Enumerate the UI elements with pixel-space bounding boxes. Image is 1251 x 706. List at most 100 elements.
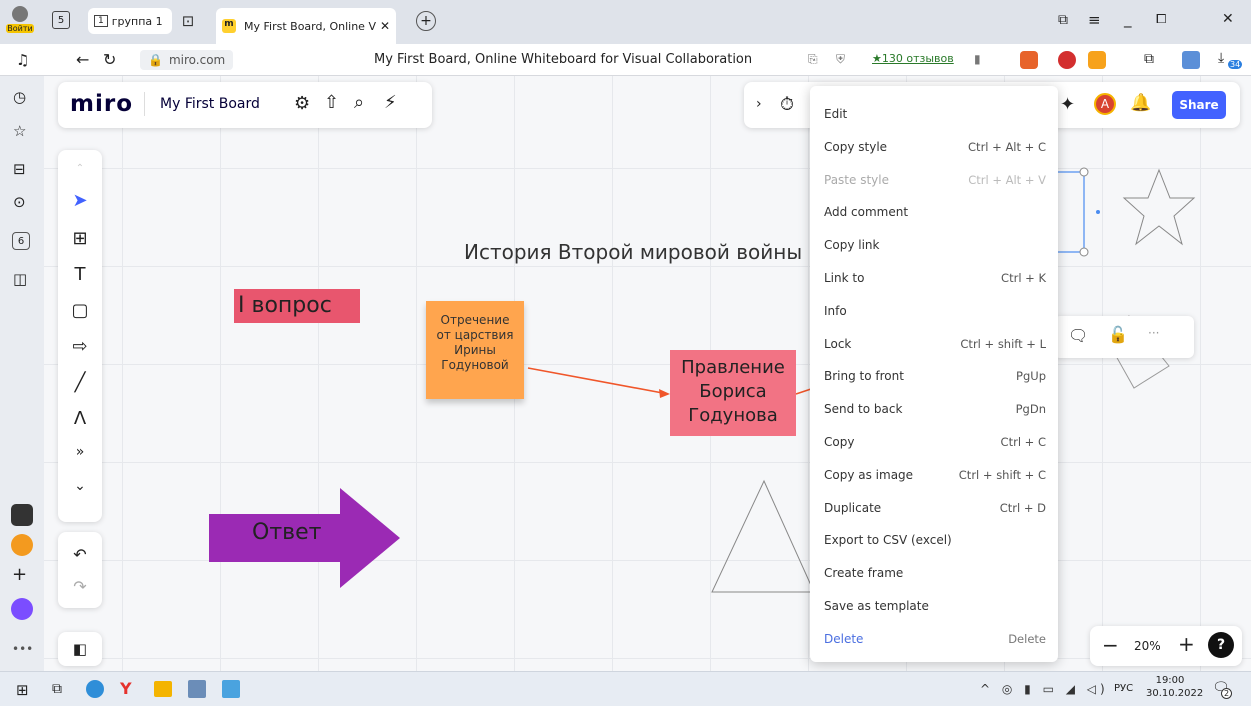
menu-item-copy-as-image[interactable]: Copy as image Ctrl + shift + C [824, 465, 1046, 485]
sticky-note[interactable]: Отречение от царствия Ирины Годуновой [426, 301, 524, 399]
celebrate-icon[interactable]: ✦ [1060, 94, 1075, 115]
export-icon[interactable]: ⇧ [324, 92, 339, 113]
tab-group-1[interactable]: 1 группа 1 [88, 8, 172, 34]
settings-icon[interactable]: ⚙ [294, 93, 310, 114]
clock[interactable]: 19:00 30.10.2022 [1146, 674, 1203, 700]
app-1-icon[interactable] [11, 504, 33, 526]
menu-item-export-to-csv-excel[interactable]: Export to CSV (excel) [824, 530, 1046, 550]
frames-panel-button[interactable]: ◧ [58, 632, 102, 666]
menu-item-delete[interactable]: Delete Delete [824, 629, 1046, 649]
extension-3-icon[interactable] [1088, 51, 1106, 69]
selection-frame[interactable] [1053, 171, 1085, 253]
sticky-note-tool-icon[interactable]: ▢ [58, 296, 102, 324]
menu-item-copy-style[interactable]: Copy style Ctrl + Alt + C [824, 137, 1046, 157]
collapse-up-icon[interactable]: ⌃ [58, 154, 102, 182]
extension-2-icon[interactable] [1058, 51, 1076, 69]
more-options-icon[interactable]: ··· [1148, 326, 1159, 340]
new-tab-group-icon[interactable]: ⊡ [178, 12, 198, 30]
reload-icon[interactable]: ↻ [103, 50, 116, 69]
menu-item-lock[interactable]: Lock Ctrl + shift + L [824, 334, 1046, 354]
selection-handle-bottom[interactable] [1079, 247, 1089, 257]
magic-icon[interactable]: ⚡ [384, 92, 397, 113]
more-tools-icon[interactable]: » [58, 438, 102, 466]
menu-item-copy-link[interactable]: Copy link [824, 235, 1046, 255]
line-tool-icon[interactable]: ╱ [58, 368, 102, 396]
start-icon[interactable]: ⊞ [16, 681, 29, 699]
user-avatar[interactable]: A [1094, 93, 1116, 115]
arrow-label[interactable]: Ответ [252, 520, 321, 545]
app-2-icon[interactable] [11, 534, 33, 556]
undo-icon[interactable]: ↶ [58, 540, 102, 568]
browser-menu-icon[interactable]: ≡ [1088, 11, 1101, 29]
pen-tool-icon[interactable]: Λ [58, 404, 102, 432]
miro-board-canvas[interactable]: miro My First Board ⚙ ⇧ ⌕ ⚡ › ⏱ ✦ A 🔔 Sh… [44, 76, 1251, 671]
menu-item-save-as-template[interactable]: Save as template [824, 596, 1046, 616]
help-button[interactable]: ? [1208, 632, 1234, 658]
shapes-tool-icon[interactable]: ⇨ [58, 332, 102, 360]
tab-my-first-board[interactable]: m My First Board, Online V ✕ [216, 8, 396, 44]
minimize-icon[interactable]: _ [1124, 10, 1132, 28]
menu-item-duplicate[interactable]: Duplicate Ctrl + D [824, 498, 1046, 518]
favorites-icon[interactable]: ☆ [13, 122, 26, 140]
paint-icon[interactable] [222, 680, 240, 698]
menu-item-paste-style[interactable]: Paste style Ctrl + Alt + V [824, 170, 1046, 190]
notification-center-icon[interactable]: 🗨 2 [1212, 680, 1233, 699]
comment-icon[interactable]: 🗨 [1068, 326, 1088, 345]
restore-icon[interactable]: ⧠ [1156, 12, 1166, 27]
text-tool-icon[interactable]: T [58, 260, 102, 288]
more-apps-icon[interactable]: ••• [12, 642, 33, 656]
profile-login-button[interactable]: Войти [6, 4, 34, 38]
triangle-shape[interactable] [711, 479, 815, 593]
protect-icon[interactable]: ⛨ [836, 52, 845, 67]
screenshot-icon[interactable]: ◫ [13, 270, 27, 288]
close-tab-icon[interactable]: ✕ [380, 19, 390, 33]
search-icon[interactable]: ⌕ [354, 92, 364, 113]
tabs-count-button[interactable]: 5 [52, 11, 70, 29]
tray-icons[interactable]: ^ ◎ ▮ ▭ ◢ ◁) [980, 682, 1109, 696]
reviews-link[interactable]: ★130 отзывов [872, 52, 954, 65]
back-icon[interactable]: ← [76, 50, 89, 69]
extension-1-icon[interactable] [1020, 51, 1038, 69]
pink-card[interactable]: Правление Бориса Годунова [670, 350, 796, 436]
select-tool-icon[interactable]: ➤ [58, 186, 102, 214]
zoom-in-icon[interactable]: + [1178, 632, 1195, 656]
menu-item-copy[interactable]: Copy Ctrl + C [824, 432, 1046, 452]
collections-icon[interactable]: ⊟ [13, 160, 26, 178]
menu-item-edit[interactable]: Edit [824, 104, 1046, 124]
notifications-bell-icon[interactable]: ♫ [16, 51, 29, 69]
selection-handle-top[interactable] [1079, 167, 1089, 177]
zoom-level[interactable]: 20% [1134, 639, 1161, 653]
lock-icon[interactable]: 🔓 [1108, 325, 1128, 344]
menu-item-send-to-back[interactable]: Send to back PgDn [824, 399, 1046, 419]
input-language[interactable]: РУС [1114, 683, 1133, 694]
new-tab-icon[interactable]: + [416, 11, 436, 31]
url-field[interactable]: 🔒 miro.com [140, 50, 234, 70]
menu-item-info[interactable]: Info [824, 301, 1046, 321]
close-window-icon[interactable]: ✕ [1222, 11, 1234, 27]
board-name[interactable]: My First Board [160, 96, 260, 112]
media-icon[interactable]: ⊙ [13, 193, 26, 211]
share-button[interactable]: Share [1172, 91, 1226, 119]
connector-line[interactable] [527, 367, 669, 395]
star-shape[interactable] [1122, 168, 1196, 246]
menu-item-bring-to-front[interactable]: Bring to front PgUp [824, 366, 1046, 386]
history-icon[interactable]: ◷ [13, 88, 26, 106]
yandex-icon[interactable]: Y [120, 679, 132, 698]
extension-4-icon[interactable]: ⧉ [1144, 51, 1154, 67]
question-label[interactable]: I вопрос [234, 289, 360, 323]
templates-tool-icon[interactable]: ⊞ [58, 224, 102, 252]
expand-down-icon[interactable]: ⌄ [58, 472, 102, 500]
sidebar-badge-icon[interactable]: 6 [12, 232, 30, 250]
downloads-icon[interactable]: ⤓ 34 [1218, 50, 1243, 69]
menu-item-create-frame[interactable]: Create frame [824, 563, 1046, 583]
bookmarks-panel-icon[interactable]: ⧉ [1058, 12, 1068, 28]
timer-icon[interactable]: ⏱ [780, 94, 794, 115]
alice-icon[interactable] [11, 598, 33, 620]
extension-5-icon[interactable] [1182, 51, 1200, 69]
explorer-icon[interactable] [154, 681, 172, 697]
word-icon[interactable] [188, 680, 206, 698]
redo-icon[interactable]: ↷ [58, 572, 102, 600]
menu-item-link-to[interactable]: Link to Ctrl + K [824, 268, 1046, 288]
miro-logo[interactable]: miro [70, 91, 133, 117]
task-view-icon[interactable]: ⧉ [52, 681, 62, 697]
